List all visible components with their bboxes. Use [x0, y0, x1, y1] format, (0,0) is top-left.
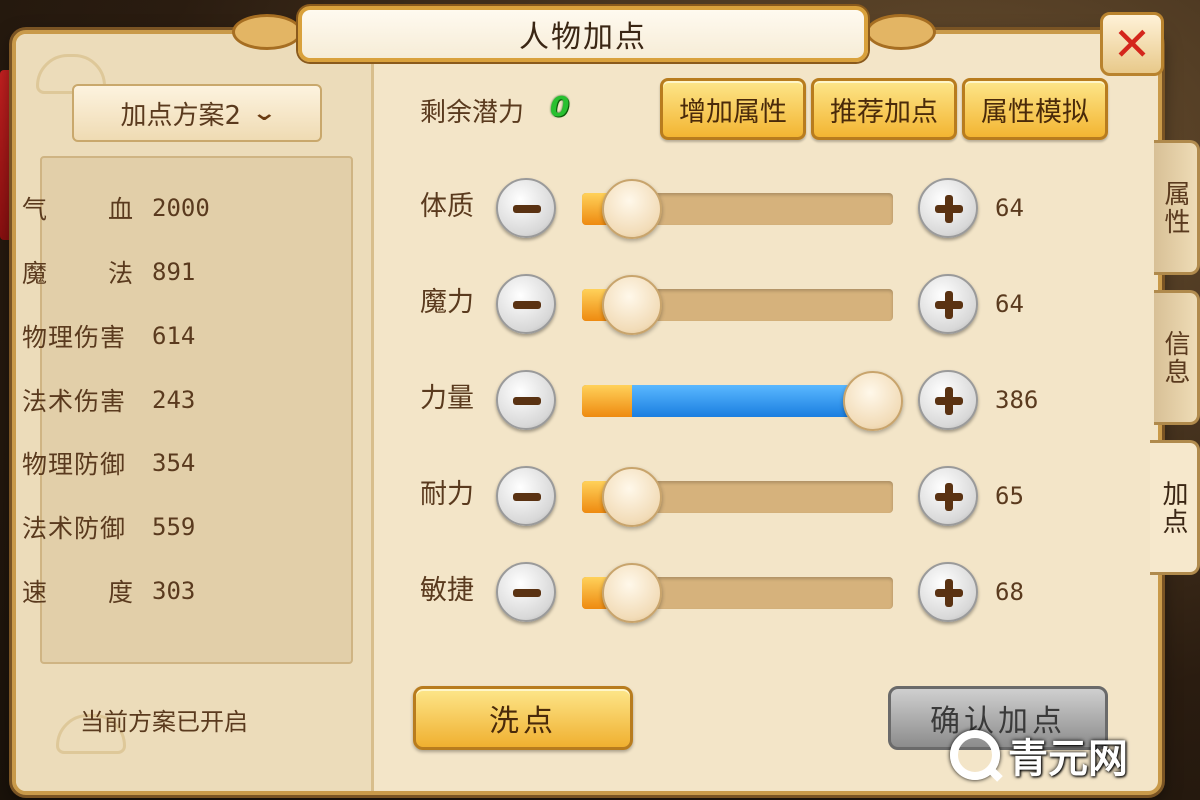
- stat-value: 891: [152, 258, 196, 286]
- stat-label: 法术伤害: [22, 387, 127, 416]
- stat-label-char: 速: [22, 578, 49, 607]
- side-tab[interactable]: 加点: [1150, 440, 1200, 575]
- increase-button[interactable]: [918, 466, 978, 526]
- increase-button[interactable]: [918, 178, 978, 238]
- decrease-button[interactable]: [496, 466, 556, 526]
- minus-icon: [513, 493, 541, 501]
- plan-dropdown-value: 加点方案2: [120, 100, 242, 131]
- plus-icon: [945, 291, 953, 319]
- page-title: 人物加点: [519, 20, 647, 55]
- stat-row: 法术伤害 243: [22, 380, 302, 420]
- plus-icon: [945, 483, 953, 511]
- plus-icon: [945, 579, 953, 607]
- stat-value: 2000: [152, 194, 210, 222]
- stat-label: 速度: [22, 573, 152, 609]
- stat-label-char: 魔: [22, 259, 49, 288]
- slider-base-fill: [582, 385, 632, 417]
- attribute-label: 体质: [420, 191, 474, 222]
- plus-icon: [945, 387, 953, 415]
- stat-value: 243: [152, 386, 196, 414]
- decrease-button[interactable]: [496, 274, 556, 334]
- stat-label-char: 法: [107, 259, 134, 288]
- decrease-button[interactable]: [496, 370, 556, 430]
- attribute-value: 64: [995, 290, 1024, 318]
- plan-status-text: 当前方案已开启: [80, 708, 248, 736]
- stat-label: 魔法: [22, 254, 152, 290]
- slider-knob[interactable]: [602, 179, 662, 239]
- stat-label: 法术防御: [22, 514, 127, 543]
- minus-icon: [513, 397, 541, 405]
- potential-value: 0: [550, 90, 570, 123]
- stat-row: 物理伤害 614: [22, 316, 302, 356]
- banner-ornament-left: [232, 14, 302, 50]
- increase-button[interactable]: [918, 562, 978, 622]
- stat-value: 354: [152, 449, 196, 477]
- attribute-value: 386: [995, 386, 1039, 414]
- simulate-attribute-button[interactable]: 属性模拟: [962, 78, 1108, 140]
- decrease-button[interactable]: [496, 178, 556, 238]
- potential-label: 剩余潜力: [420, 98, 525, 128]
- stat-row: 法术防御 559: [22, 507, 302, 547]
- increase-button[interactable]: [918, 370, 978, 430]
- stat-row: 气血 2000: [22, 188, 302, 228]
- attribute-value: 65: [995, 482, 1024, 510]
- stat-label: 物理防御: [22, 450, 127, 479]
- recommend-points-button[interactable]: 推荐加点: [811, 78, 957, 140]
- minus-icon: [513, 301, 541, 309]
- stat-label-char: 血: [107, 195, 134, 224]
- close-button[interactable]: ✕: [1100, 12, 1164, 76]
- attribute-slider[interactable]: [582, 563, 893, 623]
- increase-button[interactable]: [918, 274, 978, 334]
- stat-value: 303: [152, 577, 196, 605]
- stat-value: 614: [152, 322, 196, 350]
- slider-knob[interactable]: [602, 563, 662, 623]
- banner-ornament-right: [866, 14, 936, 50]
- attribute-label: 魔力: [420, 287, 474, 318]
- stat-row: 魔法 891: [22, 252, 302, 292]
- stat-value: 559: [152, 513, 196, 541]
- slider-knob[interactable]: [843, 371, 903, 431]
- attribute-value: 64: [995, 194, 1024, 222]
- side-tab[interactable]: 属性: [1154, 140, 1200, 275]
- plan-dropdown[interactable]: 加点方案2 ⌄: [72, 84, 322, 142]
- watermark: 青元网: [950, 726, 1128, 784]
- side-tab[interactable]: 信息: [1154, 290, 1200, 425]
- decrease-button[interactable]: [496, 562, 556, 622]
- attribute-slider[interactable]: [582, 371, 903, 431]
- attribute-slider[interactable]: [582, 275, 893, 335]
- minus-icon: [513, 589, 541, 597]
- stat-label-char: 度: [107, 578, 134, 607]
- slider-fill: [632, 385, 873, 417]
- watermark-text: 青元网: [1008, 736, 1128, 782]
- slider-knob[interactable]: [602, 467, 662, 527]
- slider-knob[interactable]: [602, 275, 662, 335]
- stat-row: 速度 303: [22, 571, 302, 611]
- title-banner: 人物加点: [298, 6, 868, 62]
- watermark-logo-icon: [950, 730, 1000, 780]
- stat-row: 物理防御 354: [22, 443, 302, 483]
- reset-points-button[interactable]: 洗点: [413, 686, 633, 750]
- attribute-slider[interactable]: [582, 179, 893, 239]
- chevron-down-icon: ⌄: [251, 100, 278, 126]
- attribute-label: 耐力: [420, 479, 474, 510]
- attribute-value: 68: [995, 578, 1024, 606]
- stat-label: 气血: [22, 190, 152, 226]
- minus-icon: [513, 205, 541, 213]
- close-icon: ✕: [1112, 17, 1152, 71]
- stat-label-char: 气: [22, 195, 49, 224]
- add-attribute-button[interactable]: 增加属性: [660, 78, 806, 140]
- attribute-slider[interactable]: [582, 467, 893, 527]
- attribute-label: 敏捷: [420, 575, 474, 606]
- plus-icon: [945, 195, 953, 223]
- stat-label: 物理伤害: [22, 323, 127, 352]
- attribute-label: 力量: [420, 383, 474, 414]
